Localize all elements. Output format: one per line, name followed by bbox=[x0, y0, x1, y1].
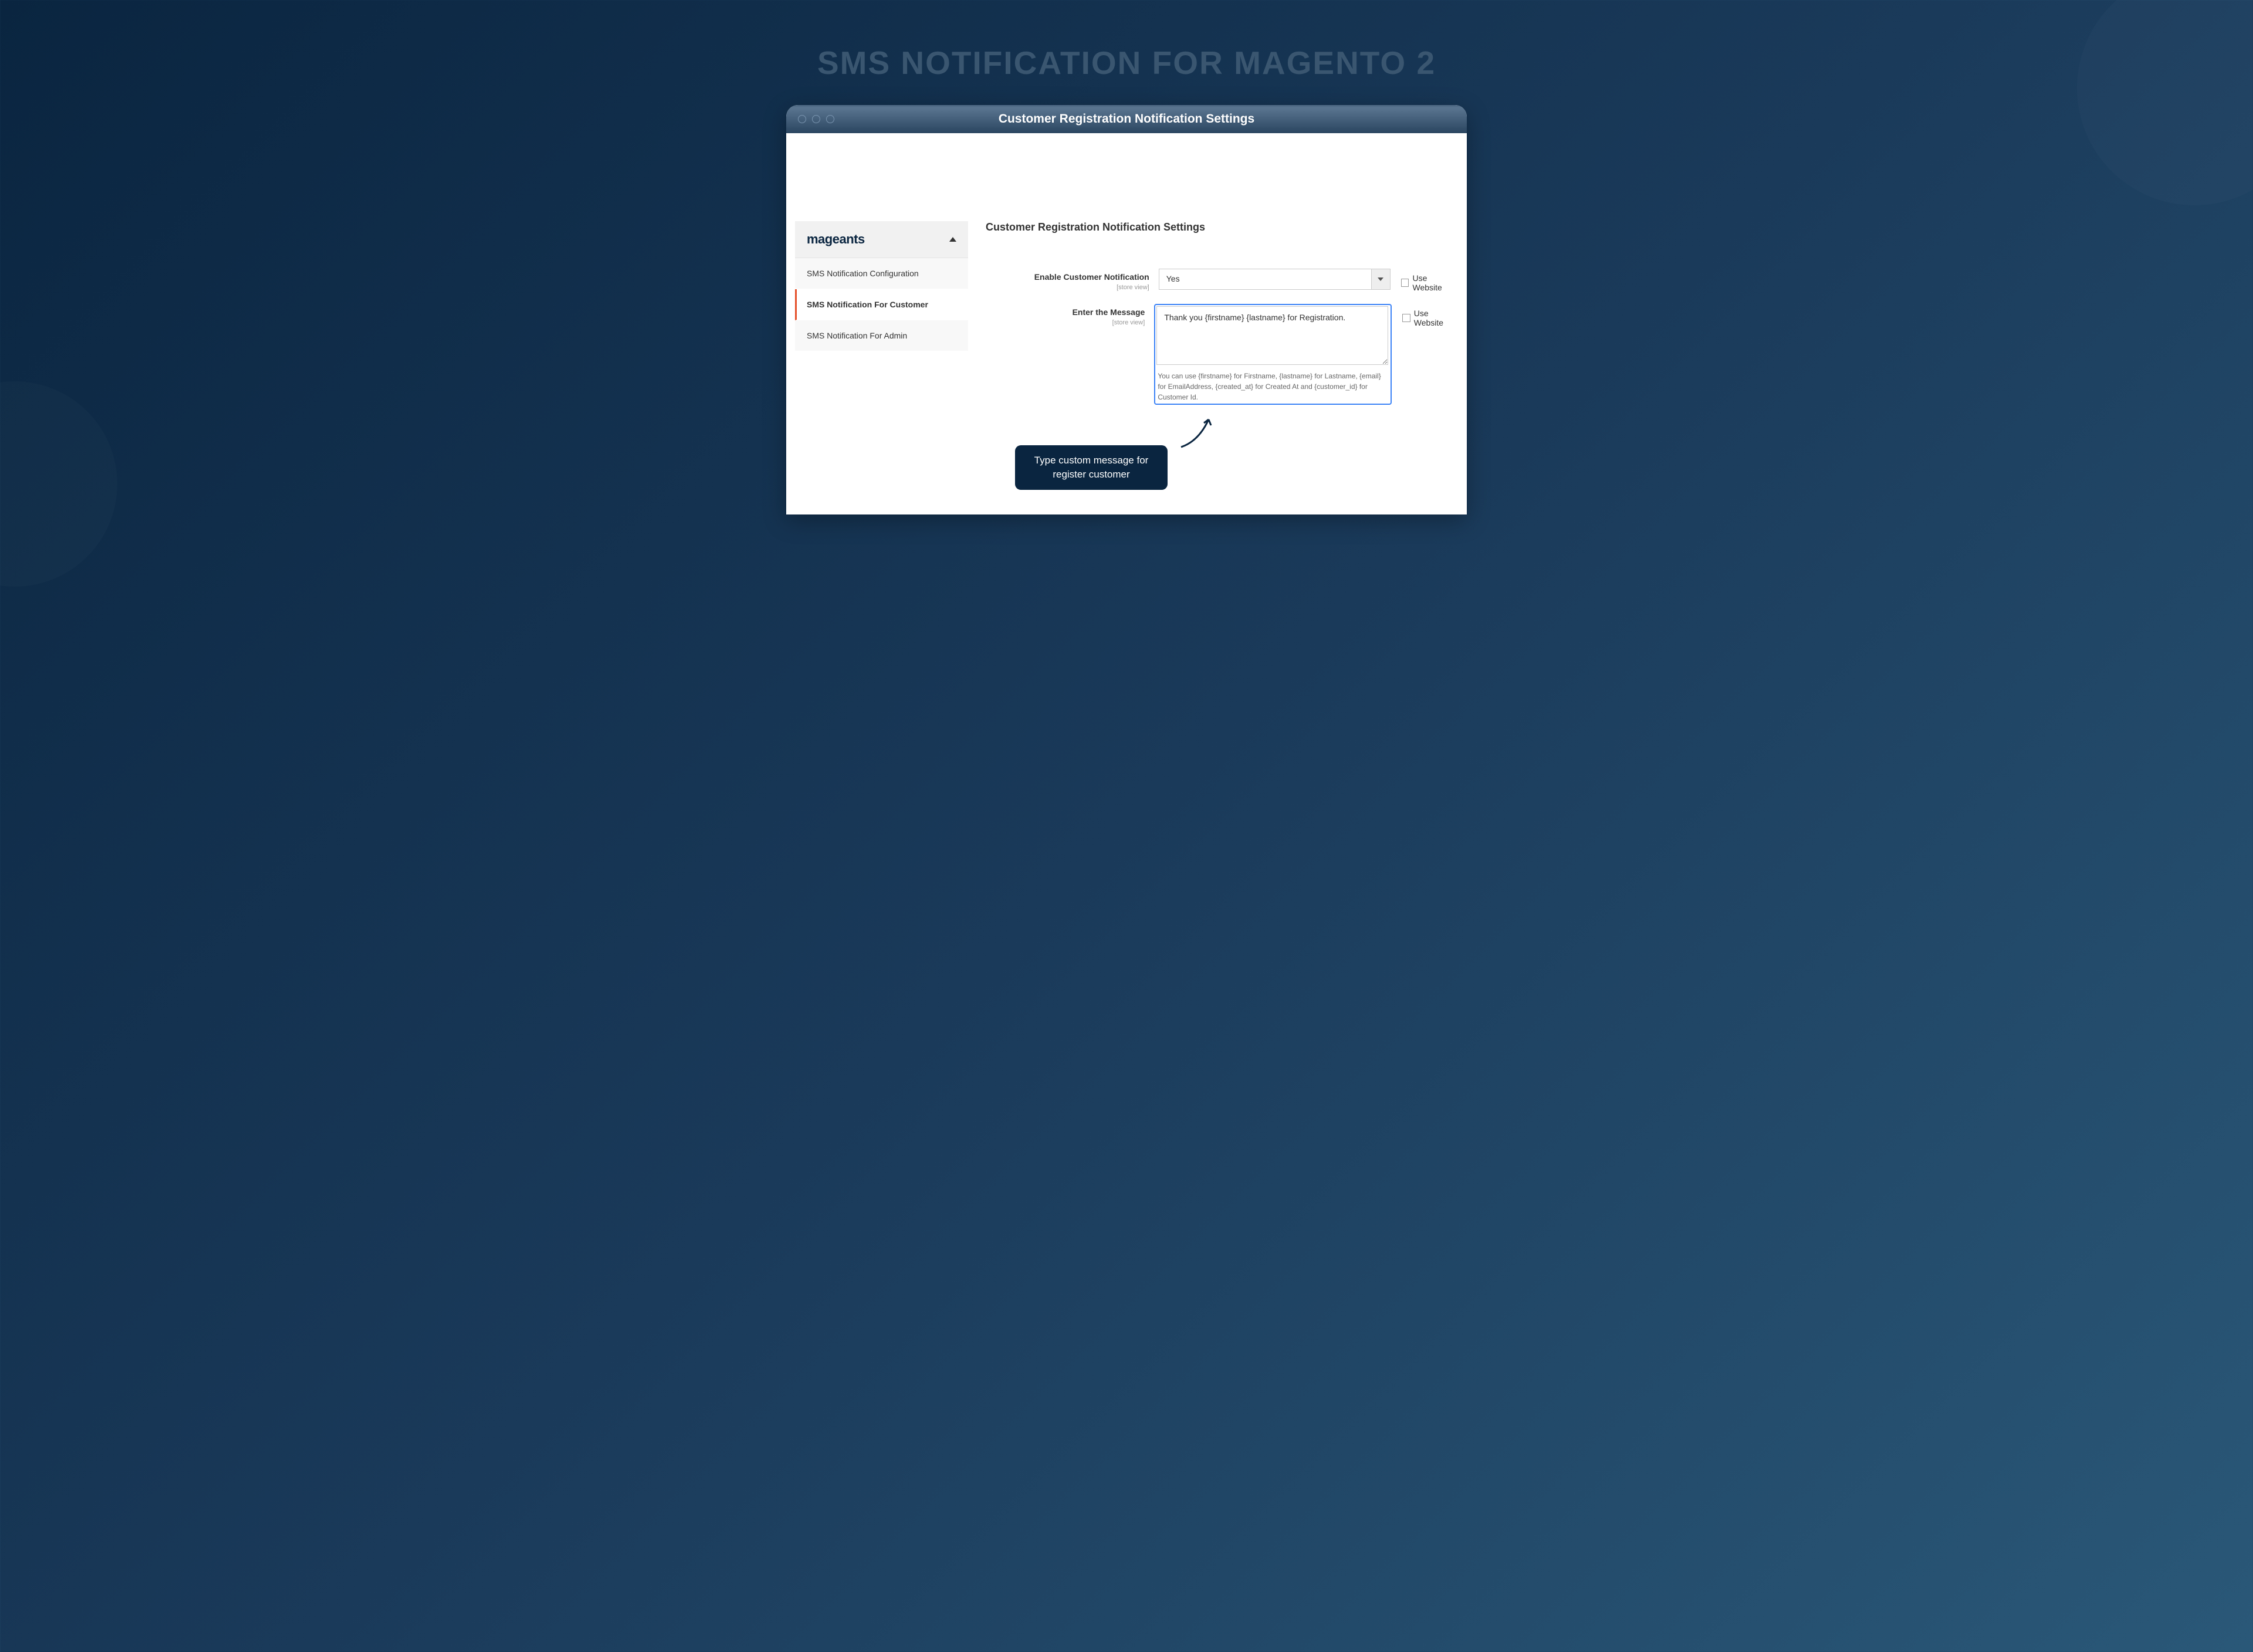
section-heading: Customer Registration Notification Setti… bbox=[986, 221, 1458, 233]
chevron-down-icon bbox=[1378, 277, 1383, 281]
enable-select[interactable]: Yes bbox=[1159, 269, 1391, 290]
sidebar-item-config[interactable]: SMS Notification Configuration bbox=[795, 258, 968, 289]
minimize-icon[interactable] bbox=[812, 115, 820, 123]
message-help: You can use {firstname} for Firstname, {… bbox=[1156, 371, 1385, 402]
bg-decoration bbox=[0, 381, 117, 587]
checkbox-icon bbox=[1402, 314, 1410, 322]
hero-title: SMS NOTIFICATION FOR MAGENTO 2 bbox=[0, 0, 2253, 105]
brand-logo: mageants bbox=[807, 232, 865, 247]
enable-select-value: Yes bbox=[1159, 269, 1371, 289]
use-website-label: Use Website bbox=[1414, 309, 1458, 327]
close-icon[interactable] bbox=[798, 115, 806, 123]
browser-header: Customer Registration Notification Setti… bbox=[786, 105, 1467, 133]
browser-window: Customer Registration Notification Setti… bbox=[786, 105, 1467, 514]
sidebar-header[interactable]: mageants bbox=[795, 221, 968, 258]
callout-box: Type custom message for register custome… bbox=[1015, 445, 1168, 490]
select-arrow bbox=[1371, 269, 1390, 289]
callout: Type custom message for register custome… bbox=[1015, 445, 1168, 490]
field-message: Enter the Message [store view] You can u… bbox=[986, 304, 1458, 405]
maximize-icon[interactable] bbox=[826, 115, 834, 123]
field-enable-notification: Enable Customer Notification [store view… bbox=[986, 269, 1458, 292]
traffic-lights bbox=[798, 115, 834, 123]
sidebar-item-admin[interactable]: SMS Notification For Admin bbox=[795, 320, 968, 351]
enable-use-website[interactable]: Use Website bbox=[1391, 269, 1458, 292]
callout-arrow-icon bbox=[1172, 415, 1219, 450]
sidebar: mageants SMS Notification Configuration … bbox=[795, 221, 968, 417]
enable-scope: [store view] bbox=[986, 284, 1149, 291]
settings-form: Customer Registration Notification Setti… bbox=[986, 221, 1458, 417]
message-scope: [store view] bbox=[986, 319, 1145, 326]
enable-label: Enable Customer Notification bbox=[1034, 272, 1149, 282]
message-highlight: You can use {firstname} for Firstname, {… bbox=[1154, 304, 1392, 405]
sidebar-item-customer[interactable]: SMS Notification For Customer bbox=[795, 289, 968, 320]
window-title: Customer Registration Notification Setti… bbox=[999, 112, 1254, 126]
checkbox-icon bbox=[1401, 279, 1409, 287]
chevron-up-icon bbox=[949, 237, 956, 242]
bg-decoration bbox=[2077, 0, 2253, 205]
message-textarea[interactable] bbox=[1156, 306, 1388, 365]
use-website-label: Use Website bbox=[1412, 273, 1458, 292]
message-use-website[interactable]: Use Website bbox=[1392, 304, 1458, 327]
content-area: mageants SMS Notification Configuration … bbox=[786, 133, 1467, 514]
message-label: Enter the Message bbox=[1073, 307, 1145, 317]
